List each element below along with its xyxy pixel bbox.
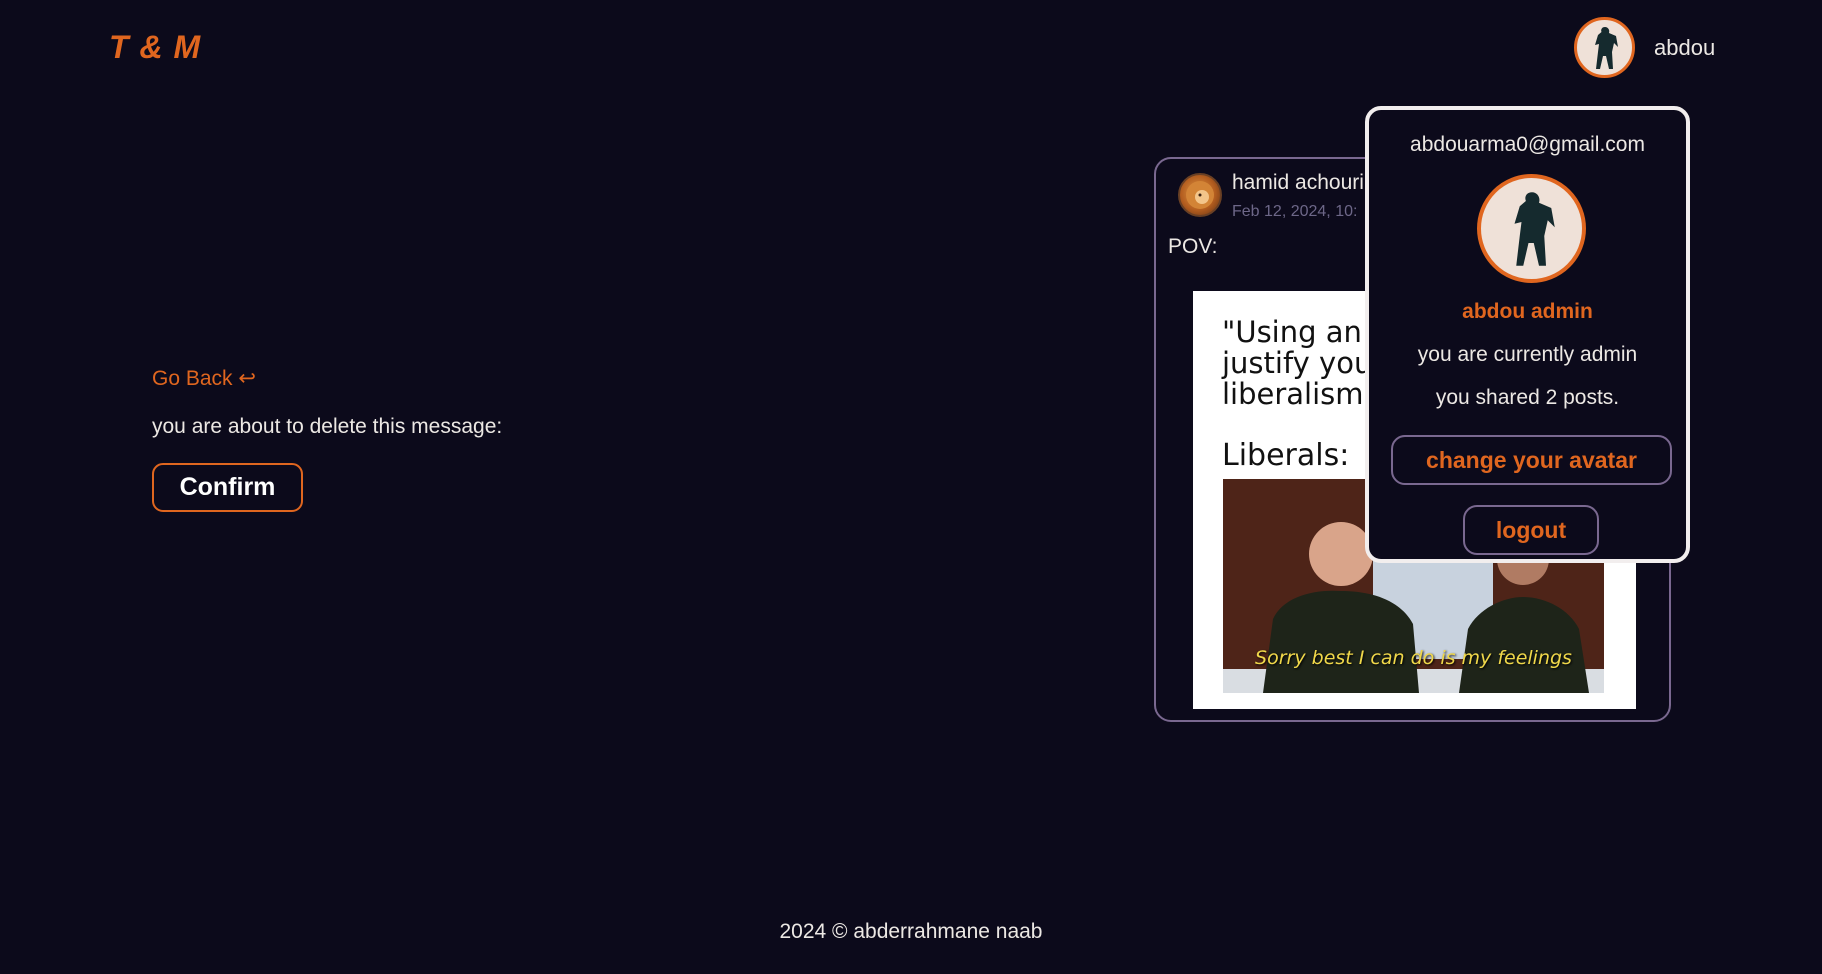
lion-icon (1186, 181, 1214, 209)
meme-caption: Sorry best I can do is my feelings (1255, 647, 1572, 669)
profile-dropdown: abdouarma0@gmail.com abdou admin you are… (1365, 106, 1690, 563)
username-label: abdou (1654, 34, 1716, 60)
logout-button[interactable]: logout (1463, 505, 1599, 555)
profile-post-count: you shared 2 posts. (1435, 386, 1620, 409)
profile-role: you are currently admin (1417, 343, 1638, 366)
warrior-silhouette-icon (1514, 191, 1555, 266)
delete-prompt: you are about to delete this message: (152, 415, 503, 438)
post-text: POV: (1168, 235, 1218, 258)
warrior-silhouette-icon (1594, 26, 1618, 69)
user-menu-toggle[interactable]: abdou (1574, 17, 1715, 78)
user-avatar[interactable] (1574, 17, 1635, 78)
post-author-avatar (1178, 173, 1222, 217)
profile-avatar (1477, 174, 1586, 283)
change-avatar-button[interactable]: change your avatar (1391, 435, 1672, 485)
user-email: abdouarma0@gmail.com (1410, 133, 1645, 156)
go-back-link[interactable]: Go Back ↩ (152, 366, 256, 391)
meme-label: Liberals: (1222, 438, 1350, 473)
profile-display-name: abdou admin (1462, 300, 1593, 323)
confirm-button[interactable]: Confirm (152, 463, 303, 512)
site-logo[interactable]: T & M (109, 29, 201, 66)
footer-copyright: 2024 © abderrahmane naab (779, 920, 1043, 943)
post-author-name[interactable]: hamid achouri (1232, 171, 1364, 195)
post-date: Feb 12, 2024, 10: (1232, 203, 1358, 220)
